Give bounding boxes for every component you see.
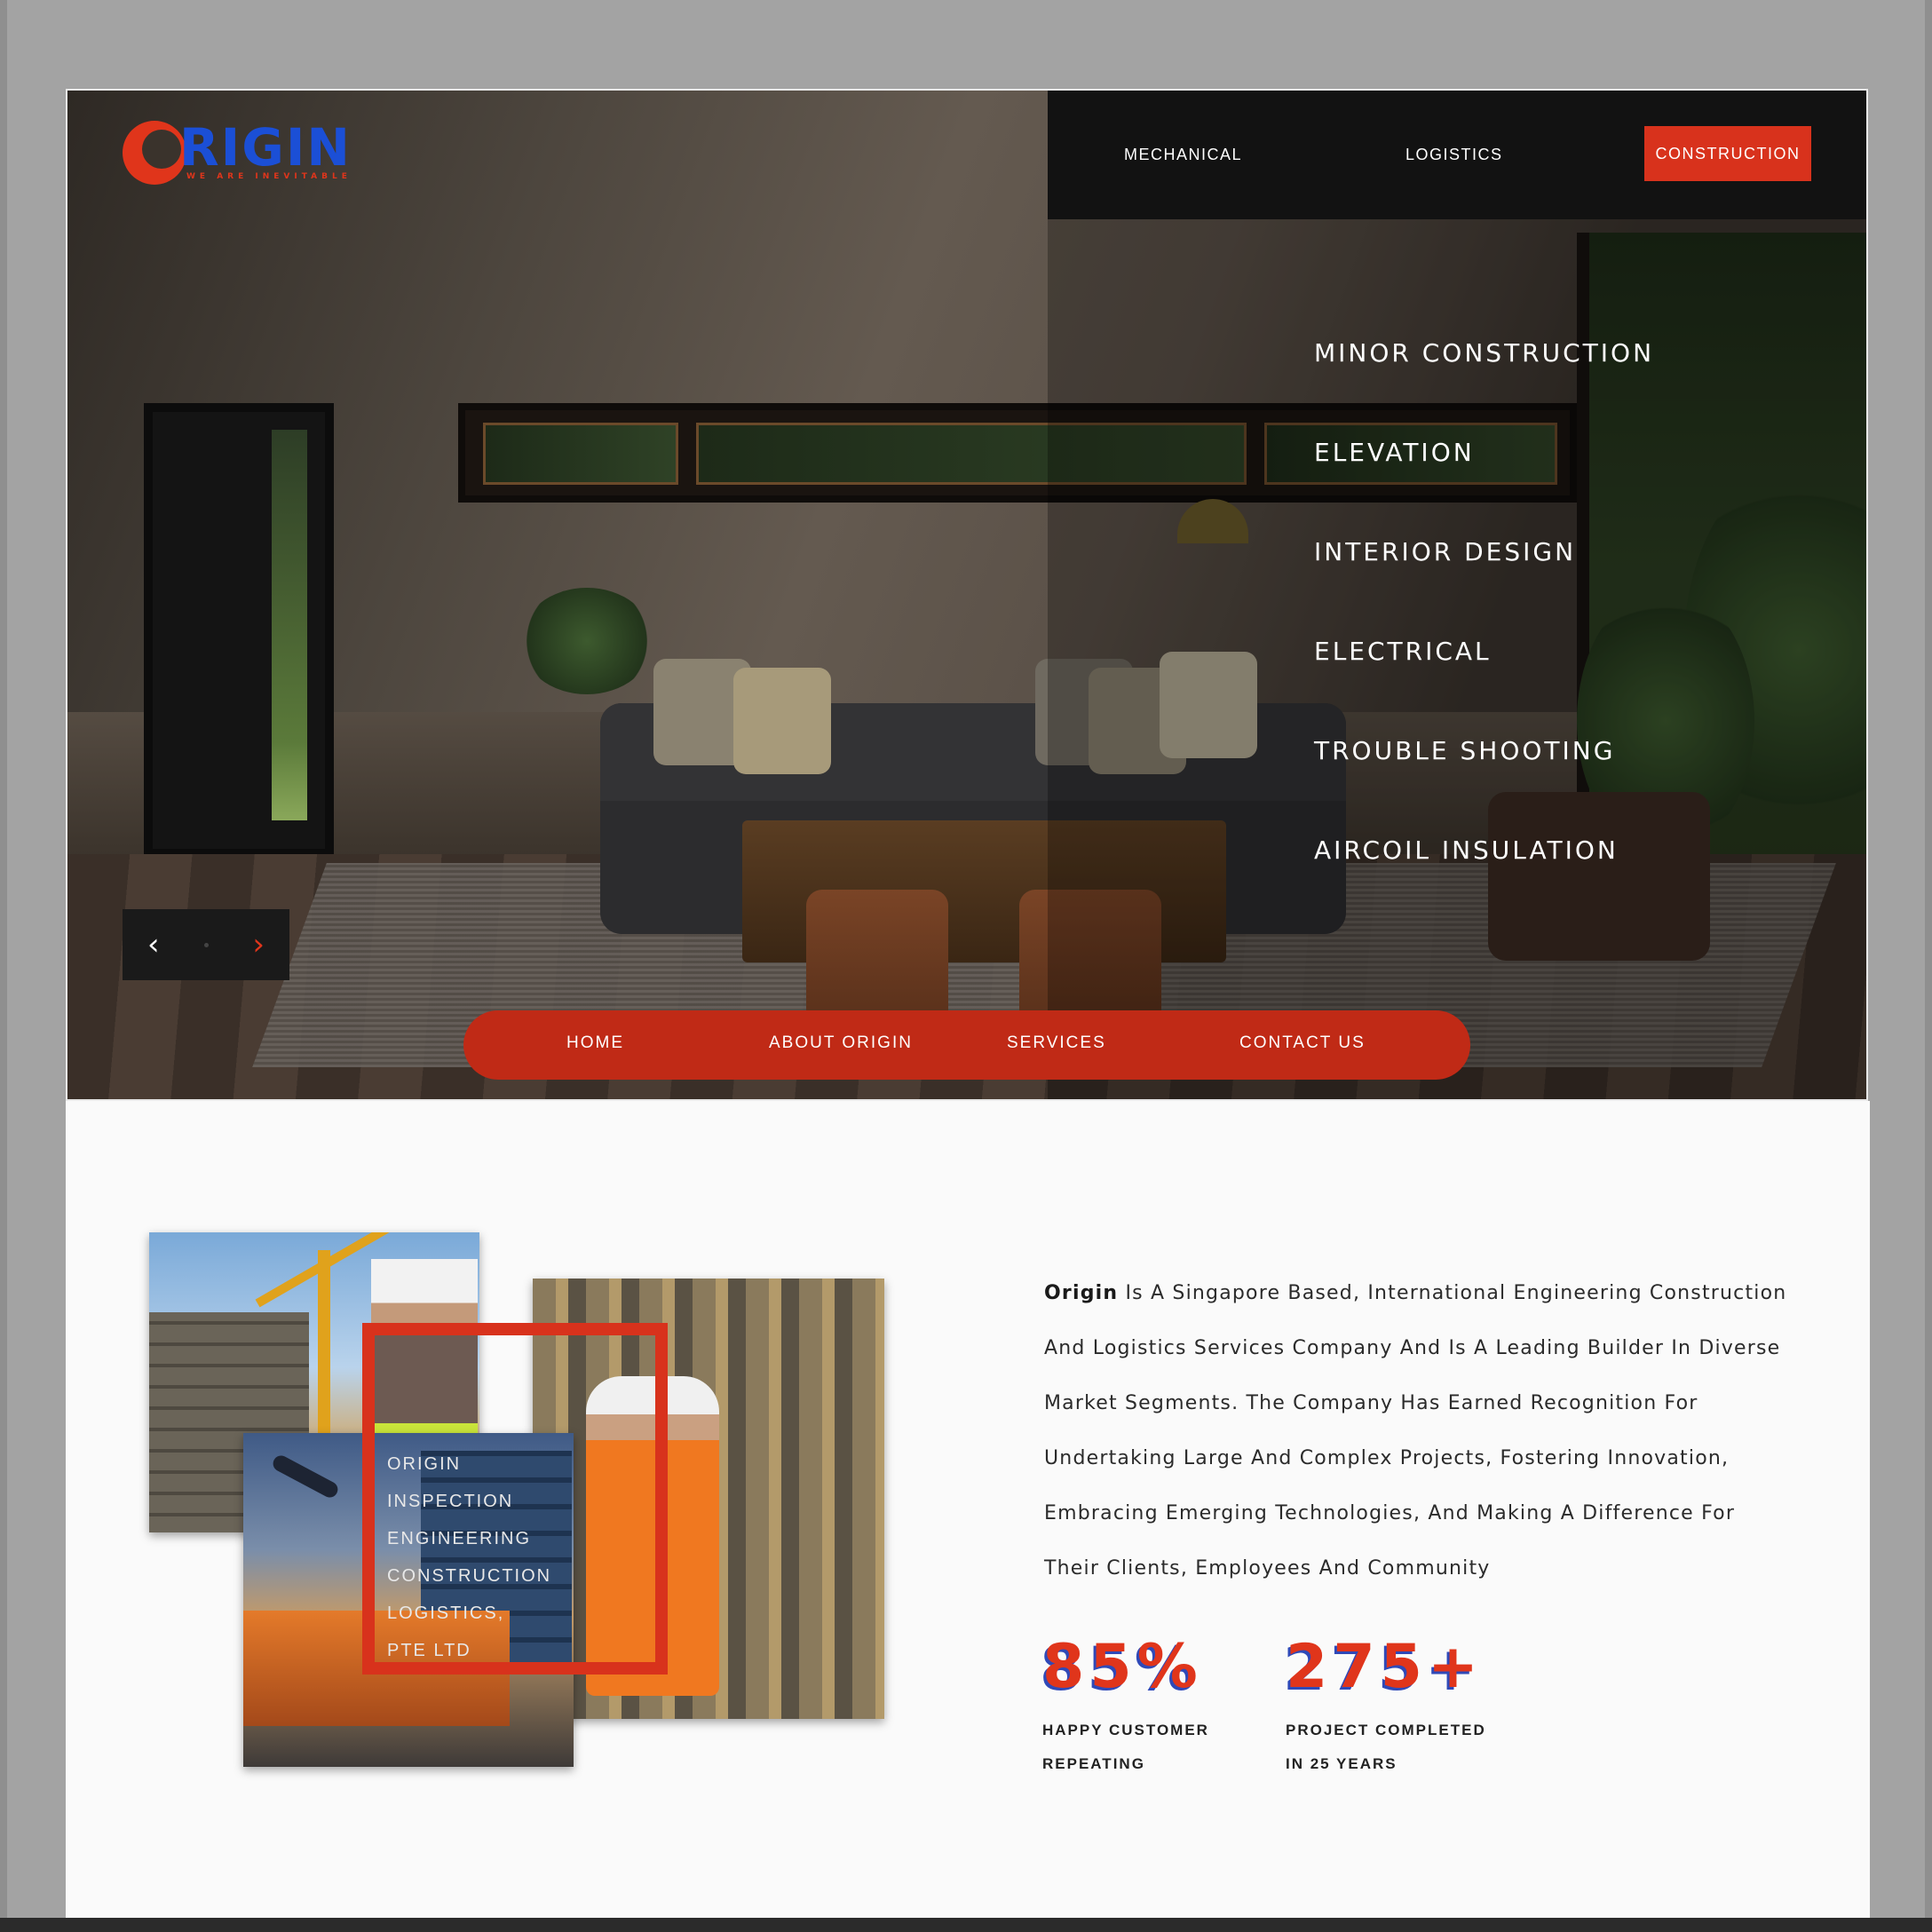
service-electrical[interactable]: ELECTRICAL — [1314, 629, 1654, 728]
hero-cushion — [733, 668, 831, 774]
service-interior-design[interactable]: INTERIOR DESIGN — [1314, 529, 1654, 629]
stat-value: 275+ — [1286, 1632, 1484, 1702]
nav-about-link[interactable]: ABOUT ORIGIN — [769, 1033, 913, 1053]
nav-services-link[interactable]: SERVICES — [1007, 1033, 1106, 1053]
nav-contact-link[interactable]: CONTACT US — [1239, 1033, 1366, 1053]
about-paragraph-line: Undertaking Large And Complex Projects, … — [1044, 1447, 1730, 1469]
hero-slider-controls: ‹ › — [123, 909, 289, 980]
nav-construction-button[interactable]: CONSTRUCTION — [1644, 126, 1811, 181]
stat-label: HAPPY CUSTOMER REPEATING — [1042, 1722, 1209, 1772]
about-text: Origin Is A Singapore Based, Internation… — [1044, 1266, 1825, 1596]
hero-section: RIGIN WE ARE INEVITABLE MECHANICAL LOGIS… — [66, 89, 1868, 1101]
caption-line: ENGINEERING — [387, 1529, 532, 1548]
caption-line: LOGISTICS, — [387, 1603, 505, 1623]
stat-happy-customers: 85% HAPPY CUSTOMER REPEATING — [1042, 1632, 1209, 1781]
right-page-edge — [1925, 0, 1932, 1932]
about-paragraph-line: Origin Is A Singapore Based, Internation… — [1044, 1282, 1787, 1304]
caption-line: INSPECTION — [387, 1492, 514, 1511]
caption-line: CONSTRUCTION — [387, 1566, 552, 1586]
about-paragraph-line: Their Clients, Employees And Community — [1044, 1557, 1491, 1580]
slider-dot[interactable] — [203, 942, 209, 947]
service-aircoil-insulation[interactable]: AIRCOIL INSULATION — [1314, 827, 1654, 927]
caption-line: PTE LTD — [387, 1641, 471, 1660]
about-paragraph-line: Market Segments. The Company Has Earned … — [1044, 1392, 1698, 1414]
main-nav-pill: HOME ABOUT ORIGIN SERVICES CONTACT US — [463, 1010, 1470, 1080]
left-page-edge — [0, 0, 7, 1932]
caption-line: ORIGIN — [387, 1454, 462, 1474]
origin-logo[interactable]: RIGIN WE ARE INEVITABLE — [123, 117, 353, 192]
logo-tagline: WE ARE INEVITABLE — [186, 172, 352, 181]
stat-label: PROJECT COMPLETED IN 25 YEARS — [1286, 1722, 1486, 1772]
stat-projects-completed: 275+ PROJECT COMPLETED IN 25 YEARS — [1286, 1632, 1486, 1781]
logo-wordmark: RIGIN — [179, 117, 352, 178]
about-brand-word: Origin — [1044, 1282, 1119, 1304]
hero-wall-plant — [520, 588, 653, 694]
nav-logistics-link[interactable]: LOGISTICS — [1405, 146, 1503, 164]
airplane-icon — [270, 1453, 341, 1500]
service-minor-construction[interactable]: MINOR CONSTRUCTION — [1314, 330, 1654, 430]
chevron-right-icon[interactable]: › — [252, 930, 265, 960]
services-photo-collage: ORIGIN INSPECTION ENGINEERING CONSTRUCTI… — [149, 1232, 895, 1767]
stat-value: 85% — [1042, 1632, 1203, 1702]
bottom-page-edge — [0, 1918, 1932, 1932]
nav-home-link[interactable]: HOME — [566, 1033, 624, 1053]
service-elevation[interactable]: ELEVATION — [1314, 430, 1654, 529]
service-trouble-shooting[interactable]: TROUBLE SHOOTING — [1314, 728, 1654, 827]
chevron-left-icon[interactable]: ‹ — [147, 930, 160, 960]
about-paragraph-line: And Logistics Services Company And Is A … — [1044, 1337, 1781, 1359]
about-section: ORIGIN INSPECTION ENGINEERING CONSTRUCTI… — [66, 1101, 1870, 1918]
hero-door — [144, 403, 334, 858]
logo-ring-icon — [123, 121, 186, 185]
nav-mechanical-link[interactable]: MECHANICAL — [1124, 146, 1242, 164]
services-list: MINOR CONSTRUCTION ELEVATION INTERIOR DE… — [1314, 330, 1654, 927]
about-paragraph-line: Embracing Emerging Technologies, And Mak… — [1044, 1502, 1736, 1524]
